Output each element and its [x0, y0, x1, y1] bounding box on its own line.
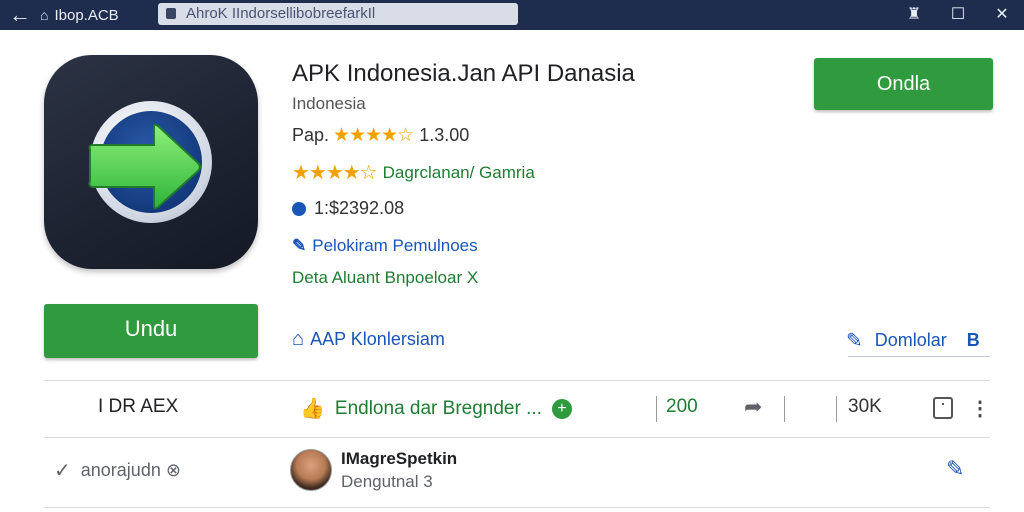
- data-row: Deta Aluant Bnpoeloar X: [292, 268, 478, 288]
- arrow-right-icon: [88, 123, 201, 210]
- home-link-label: AAP Klonlersiam: [310, 329, 445, 349]
- divider: [44, 380, 990, 381]
- category-label[interactable]: Dagrclanan/ Gamria: [383, 163, 535, 183]
- address-text: AhroK IIndorsellibobreefarkIl: [186, 5, 376, 22]
- install-button[interactable]: Undu: [44, 304, 258, 358]
- divider: [656, 396, 657, 422]
- review-filter-label: anorajudn ⊗: [80, 460, 181, 480]
- download-underline: [848, 356, 990, 357]
- pen-icon: ✎: [292, 236, 307, 255]
- download-link[interactable]: ✎ Domlolar B: [846, 328, 980, 353]
- home-link[interactable]: ⌂ AAP Klonlersiam: [292, 328, 445, 351]
- close-icon[interactable]: ✕: [980, 0, 1024, 30]
- lock-icon: [166, 8, 176, 19]
- endorse-row[interactable]: 👍 Endlona dar Bregnder ... +: [300, 396, 572, 421]
- browser-toolbar: ← ⌂ Ibop.ACB AhroK IIndorsellibobreefark…: [0, 0, 1024, 30]
- app-icon: [44, 55, 258, 269]
- edit-icon[interactable]: ✎: [946, 456, 964, 482]
- check-icon: ✓: [54, 460, 71, 482]
- dr-label: I DR AEX: [98, 396, 179, 417]
- download-label: Domlolar: [874, 330, 947, 350]
- divider: [44, 437, 990, 438]
- thumbs-up-icon: 👍: [300, 398, 325, 420]
- review-filter[interactable]: ✓ anorajudn ⊗: [54, 458, 181, 483]
- info-link[interactable]: Pelokiram Pemulnoes: [312, 236, 477, 256]
- divider: [44, 507, 990, 508]
- price-value: 1:$2392.08: [314, 198, 405, 218]
- address-bar[interactable]: AhroK IIndorsellibobreefarkIl: [158, 3, 518, 25]
- back-arrow-icon[interactable]: ←: [0, 0, 40, 30]
- window-controls: ♜ ☐ ✕: [892, 0, 1024, 30]
- avatar[interactable]: [290, 449, 332, 491]
- home-icon: ⌂: [292, 328, 305, 350]
- divider: [836, 396, 837, 422]
- info-link-row[interactable]: ✎ Pelokiram Pemulnoes: [292, 236, 478, 256]
- divider: [784, 396, 785, 422]
- category-row: ★★★★☆ Dagrclanan/ Gamria: [292, 160, 535, 185]
- edit-icon: ✎: [846, 330, 863, 352]
- endorse-label: Endlona dar Bregnder ...: [334, 397, 542, 419]
- coin-icon: [292, 201, 306, 216]
- more-options-icon[interactable]: ⋮: [970, 396, 990, 421]
- bookmark-icon[interactable]: ♜: [892, 0, 936, 30]
- views-value: 30K: [848, 396, 882, 417]
- install-button-top[interactable]: Ondla: [814, 58, 993, 110]
- rating-value: 1.3.00: [419, 125, 470, 145]
- reviewer-name[interactable]: IMagreSpetkin: [341, 449, 457, 469]
- window-icon[interactable]: ☐: [936, 0, 980, 30]
- rating-prefix: Pap.: [292, 125, 330, 145]
- home-icon[interactable]: ⌂: [40, 7, 48, 23]
- rating-row: Pap. ★★★★☆ 1.3.00: [292, 124, 469, 147]
- reviewer-subtitle: Dengutnal 3: [341, 472, 433, 491]
- share-icon[interactable]: ➦: [744, 394, 762, 420]
- data-text: Deta Aluant Bnpoeloar X: [292, 268, 479, 287]
- app-title: APK Indonesia.Jan API Danasia: [292, 60, 635, 87]
- count-value: 200: [666, 396, 698, 417]
- developer-name[interactable]: Indonesia: [292, 94, 366, 114]
- star-rating-icon: ★★★★☆: [333, 125, 414, 146]
- star-rating-icon: ★★★★☆: [292, 162, 378, 184]
- download-suffix: B: [966, 330, 980, 350]
- site-host: Ibop.ACB: [54, 6, 119, 24]
- info-box-icon[interactable]: [933, 397, 953, 419]
- add-icon[interactable]: +: [551, 398, 572, 419]
- price-row: 1:$2392.08: [292, 198, 404, 219]
